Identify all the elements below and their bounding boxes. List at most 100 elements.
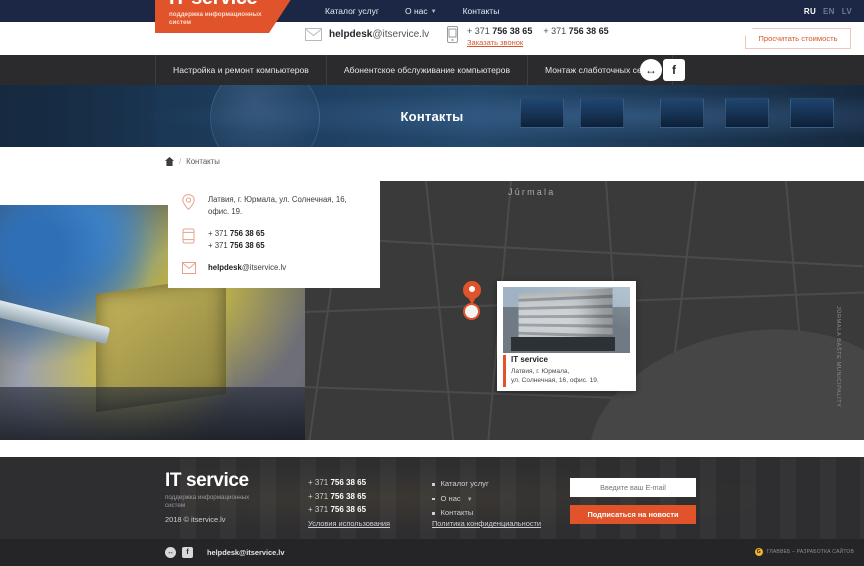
header-phone-1[interactable]: + 371 756 38 65: [467, 26, 532, 36]
contact-phone-1[interactable]: + 371 756 38 65: [208, 228, 265, 240]
phone-icon: [445, 26, 460, 43]
phone-prefix: + 371: [208, 240, 230, 250]
header-phone-2[interactable]: + 371 756 38 65: [543, 26, 608, 36]
callback-link[interactable]: Заказать звонок: [467, 38, 609, 47]
footer-email[interactable]: helpdesk@itservice.lv: [207, 548, 284, 557]
odnoklassniki-icon[interactable]: ↔: [165, 547, 176, 558]
language-switcher: RU EN LV: [804, 0, 852, 22]
map-marker-icon[interactable]: [463, 281, 481, 306]
email-user: helpdesk: [208, 263, 242, 272]
phone-number: 756 38 65: [568, 26, 609, 36]
breadcrumb-separator: /: [179, 157, 182, 166]
email-user: helpdesk: [329, 29, 373, 40]
map-road: [305, 236, 864, 268]
primary-nav: Каталог услуг О нас ▼ Контакты: [325, 0, 499, 22]
footer-phones: + 371 756 38 65 + 371 756 38 65 + 371 75…: [308, 476, 366, 517]
home-icon[interactable]: [165, 157, 174, 166]
logo-tagline: поддержка информационных систем: [169, 11, 262, 26]
footer-logo-title: IT service: [165, 470, 249, 491]
email-domain: @itservice.lv: [372, 29, 430, 40]
map-marker-base: [465, 305, 478, 318]
map-marker-dot: [469, 286, 475, 292]
contact-address-text: Латвия, г. Юрмала, ул. Солнечная, 16, оф…: [208, 195, 347, 216]
envelope-icon: [182, 262, 198, 274]
popup-address-line1: Латвия, г. Юрмала,: [511, 368, 570, 375]
contact-address-row: Латвия, г. Юрмала, ул. Солнечная, 16, оф…: [182, 194, 366, 217]
odnoklassniki-icon[interactable]: ↔: [640, 59, 662, 81]
breadcrumb: / Контакты: [165, 157, 220, 166]
map-marker-tip: [466, 293, 478, 305]
service-nav-item-repair[interactable]: Настройка и ремонт компьютеров: [155, 55, 327, 85]
phone-prefix: + 371: [543, 26, 569, 36]
developer-credit[interactable]: G ГЛАВВЕБ – РАЗРАБОТКА САЙТОВ: [754, 548, 854, 556]
contact-phones-text: + 371 756 38 65 + 371 756 38 65: [208, 228, 265, 251]
footer-phone-3[interactable]: + 371 756 38 65: [308, 503, 366, 517]
phone-number: 756 38 65: [330, 478, 367, 487]
header-email-text: helpdesk@itservice.lv: [329, 29, 429, 40]
site-header: helpdesk@itservice.lv + 371 756 38 65 + …: [0, 22, 864, 55]
newsletter-email-input[interactable]: [570, 478, 696, 497]
newsletter-subscribe-button[interactable]: Подписаться на новости: [570, 505, 696, 524]
footer-menu-item-about[interactable]: О нас ▼: [432, 492, 489, 507]
email-domain: @itservice.lv: [241, 263, 287, 272]
facebook-icon[interactable]: f: [663, 59, 685, 81]
contact-email-text: helpdesk@itservice.lv: [208, 262, 286, 274]
privacy-policy-link[interactable]: Политика конфиденциальности: [432, 519, 541, 528]
phone-prefix: + 371: [208, 229, 230, 238]
contact-info-card: Латвия, г. Юрмала, ул. Солнечная, 16, оф…: [168, 181, 380, 288]
phone-number: 756 38 65: [229, 229, 265, 238]
map-road: [425, 181, 456, 456]
terms-link[interactable]: Условия использования: [308, 519, 390, 528]
popup-accent-bar: [503, 355, 506, 387]
lang-lv[interactable]: LV: [842, 7, 852, 16]
nav-item-label: О нас: [404, 6, 428, 16]
contact-email-row[interactable]: helpdesk@itservice.lv: [182, 262, 366, 274]
lang-en[interactable]: EN: [823, 7, 835, 16]
map-region-label: JŪRMALA BAŠTE MUNICIPALITY: [835, 306, 841, 408]
footer-phone-2[interactable]: + 371 756 38 65: [308, 490, 366, 504]
location-map[interactable]: Jūrmala JŪRMALA BAŠTE MUNICIPALITY IT se…: [305, 181, 864, 457]
service-nav-item-subscription[interactable]: Абонентское обслуживание компьютеров: [327, 55, 529, 85]
main-content: Jūrmala JŪRMALA BAŠTE MUNICIPALITY IT se…: [0, 181, 864, 457]
page-root: Каталог услуг О нас ▼ Контакты RU EN LV: [0, 0, 864, 566]
page-title: Контакты: [400, 108, 464, 124]
footer-menu-item-catalog[interactable]: Каталог услуг: [432, 477, 489, 492]
breadcrumb-current: Контакты: [186, 157, 220, 166]
nav-item-contacts[interactable]: Контакты: [463, 6, 500, 16]
contact-phones-row: + 371 756 38 65 + 371 756 38 65: [182, 228, 366, 251]
tool-decoration: [0, 298, 111, 345]
calculate-cost-button[interactable]: Просчитать стоимость: [745, 28, 851, 49]
chevron-down-icon: ▼: [466, 496, 473, 503]
glavweb-logo-icon: G: [754, 548, 763, 556]
office-building-photo: [503, 287, 630, 353]
popup-address: Латвия, г. Юрмала, ул. Солнечная, 16, оф…: [511, 367, 631, 385]
hero-banner: Контакты: [0, 85, 864, 147]
phone-prefix: + 371: [308, 505, 331, 514]
footer-menu-label: О нас: [440, 493, 461, 503]
header-phones: + 371 756 38 65 + 371 756 38 65 Заказать…: [445, 26, 609, 47]
map-pin-icon: [182, 194, 198, 217]
map-info-popup[interactable]: IT service Латвия, г. Юрмала, ул. Солнеч…: [497, 281, 636, 391]
chevron-down-icon: ▼: [430, 9, 437, 15]
service-nav-bar: Настройка и ремонт компьютеров Абонентск…: [0, 55, 864, 85]
header-social-links: ↔ f: [640, 55, 685, 85]
footer-copyright: 2018 © itservice.lv: [165, 515, 226, 524]
facebook-icon[interactable]: f: [182, 547, 193, 558]
footer-logo[interactable]: IT service поддержка информационных сист…: [165, 471, 263, 509]
nav-item-about[interactable]: О нас ▼: [405, 6, 437, 16]
header-email[interactable]: helpdesk@itservice.lv: [305, 28, 429, 41]
footer-menu-label: Каталог услуг: [440, 479, 489, 488]
building-base: [511, 337, 615, 351]
footer-phone-1[interactable]: + 371 756 38 65: [308, 476, 366, 490]
bullet-icon: [432, 512, 435, 515]
contact-phone-2[interactable]: + 371 756 38 65: [208, 240, 265, 252]
envelope-icon: [305, 28, 322, 41]
nav-item-catalog[interactable]: Каталог услуг: [325, 6, 379, 16]
developer-credit-text: ГЛАВВЕБ – РАЗРАБОТКА САЙТОВ: [766, 549, 854, 555]
footer-social-links: ↔ f: [165, 547, 193, 558]
lang-ru[interactable]: RU: [804, 7, 816, 16]
phone-icon: [182, 228, 198, 251]
phone-prefix: + 371: [308, 478, 331, 487]
logo-title: IT service: [169, 0, 305, 9]
phone-number: 756 38 65: [330, 505, 367, 514]
